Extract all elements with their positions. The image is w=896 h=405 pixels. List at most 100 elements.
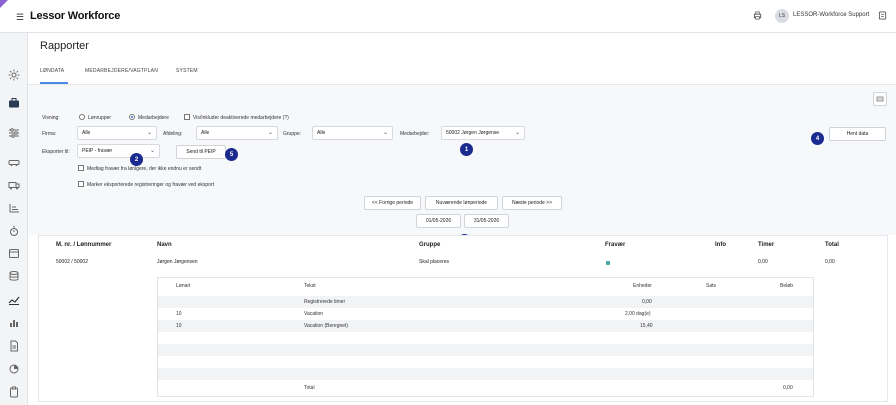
radio-lonngrupper-label: Lønrupper bbox=[88, 115, 112, 121]
row-navn[interactable]: Jørgen Jørgensen bbox=[157, 259, 198, 265]
clipboard-icon[interactable] bbox=[8, 386, 20, 398]
current-period-button[interactable]: Nuværende lønperiode bbox=[425, 196, 498, 210]
sub-row-vacation-beregnet bbox=[158, 320, 813, 332]
period-from-field[interactable]: 01/05-2026 bbox=[416, 214, 461, 228]
gruppe-label: Gruppe: bbox=[283, 131, 302, 137]
radio-medarbejdere[interactable] bbox=[129, 114, 135, 120]
sub-cell-tekst: Registrerede timer bbox=[304, 299, 346, 305]
sliders-icon[interactable] bbox=[8, 127, 20, 139]
radio-medarbejdere-label: Medarbejdere bbox=[138, 115, 169, 121]
col-header-nr: M. nr. / Lønnummer bbox=[56, 242, 112, 248]
database-icon[interactable] bbox=[8, 270, 20, 282]
medarbejder-select[interactable]: 50002 Jørgen Jørgense ⌄ bbox=[441, 126, 525, 140]
sub-row-registrerede bbox=[158, 296, 813, 308]
corner-mark bbox=[0, 0, 8, 8]
top-bar: ☰ Lessor Workforce LS LESSOR-Workforce S… bbox=[0, 0, 896, 33]
sub-header-tekst: Tekst bbox=[304, 283, 316, 289]
sub-row-empty bbox=[158, 344, 813, 356]
sub-row-empty bbox=[158, 332, 813, 344]
eksporter-select[interactable]: PEIP - fravær ⌄ bbox=[77, 144, 160, 158]
tab-londata[interactable]: LØNDATA bbox=[40, 68, 64, 74]
col-header-navn: Navn bbox=[157, 242, 172, 248]
chevron-down-icon: ⌄ bbox=[146, 130, 152, 136]
sub-header-sats: Sats bbox=[706, 283, 717, 289]
sub-header-belob: Beløb bbox=[780, 283, 794, 289]
sub-header-lonart: Lønart bbox=[176, 283, 191, 289]
stopwatch-icon[interactable] bbox=[8, 225, 20, 237]
afdeling-select[interactable]: Alle ⌄ bbox=[196, 126, 278, 140]
vis-inaktive-label: Vis/Inkluder deaktiverede medarbejdere (… bbox=[193, 115, 289, 121]
sidebar bbox=[0, 33, 28, 405]
chevron-down-icon: ⌄ bbox=[382, 130, 388, 136]
briefcase-icon[interactable] bbox=[8, 97, 20, 109]
step-badge-5: 5 bbox=[225, 148, 238, 161]
pie-chart-icon[interactable] bbox=[8, 363, 20, 375]
medtag-label: Medtag fravær fra lønlgere, der ikke end… bbox=[87, 166, 202, 172]
step-badge-4: 4 bbox=[811, 132, 824, 145]
sub-total-value: 0,00 bbox=[783, 385, 793, 391]
calendar-icon[interactable] bbox=[8, 247, 20, 259]
sub-cell-enheder: 15,40 bbox=[640, 323, 653, 329]
page-title: Rapporter bbox=[40, 40, 89, 52]
absence-indicator-icon[interactable] bbox=[606, 261, 610, 265]
document-icon[interactable] bbox=[8, 340, 20, 352]
export-icon[interactable] bbox=[873, 92, 887, 106]
col-header-gruppe: Gruppe bbox=[419, 242, 441, 248]
sub-cell-lonart: 10 bbox=[176, 323, 182, 329]
period-to-field[interactable]: 31/05-2026 bbox=[464, 214, 509, 228]
sub-cell-enheder: 0,00 bbox=[642, 299, 652, 305]
send-til-peip-button[interactable]: Send til PEIP bbox=[176, 145, 226, 159]
sub-row-empty bbox=[158, 368, 813, 380]
col-header-info: Info bbox=[715, 242, 726, 248]
visning-label: Visning: bbox=[42, 115, 60, 121]
sub-cell-lonart: 10 bbox=[176, 311, 182, 317]
sub-cell-tekst: Vacation bbox=[304, 311, 324, 317]
previous-period-button[interactable]: << Forrige periode bbox=[364, 196, 421, 210]
chevron-down-icon: ⌄ bbox=[149, 148, 155, 154]
trend-icon[interactable] bbox=[8, 294, 20, 306]
marker-checkbox[interactable] bbox=[78, 181, 84, 187]
chevron-down-icon: ⌄ bbox=[514, 130, 520, 136]
sub-cell-tekst: Vacation (Beregnet) bbox=[304, 323, 349, 329]
gruppe-select[interactable]: Alle ⌄ bbox=[312, 126, 393, 140]
medtag-checkbox[interactable] bbox=[78, 165, 84, 171]
print-icon[interactable] bbox=[753, 11, 762, 20]
user-name[interactable]: LESSOR-Workforce Support bbox=[793, 12, 869, 18]
radio-lonngrupper[interactable] bbox=[79, 114, 85, 120]
columns-chart-icon[interactable] bbox=[8, 317, 20, 329]
chevron-down-icon: ⌄ bbox=[267, 130, 273, 136]
logout-icon[interactable] bbox=[878, 11, 887, 20]
sub-total-label: Total bbox=[304, 385, 315, 391]
sub-row-vacation bbox=[158, 308, 813, 320]
col-header-total: Total bbox=[825, 242, 839, 248]
row-total: 0,00 bbox=[825, 259, 835, 265]
sun-icon[interactable] bbox=[8, 69, 20, 81]
row-timer: 0,00 bbox=[758, 259, 768, 265]
eksporter-label: Eksporter til: bbox=[42, 149, 70, 155]
hent-data-button[interactable]: Hent data bbox=[829, 127, 886, 141]
col-header-timer: Timer bbox=[758, 242, 775, 248]
bar-chart-icon[interactable] bbox=[8, 202, 20, 214]
sub-cell-enheder: 2,00 dag(e) bbox=[625, 311, 651, 317]
avatar[interactable]: LS bbox=[775, 9, 789, 23]
brand-title: Lessor Workforce bbox=[30, 10, 121, 22]
tab-system[interactable]: SYSTEM bbox=[176, 68, 198, 74]
row-nr: 50002 / 50002 bbox=[56, 259, 88, 265]
step-badge-2: 2 bbox=[130, 153, 143, 166]
afdeling-label: Afdeling: bbox=[163, 131, 183, 137]
next-period-button[interactable]: Næste periode >> bbox=[502, 196, 562, 210]
filter-panel bbox=[28, 85, 896, 235]
vis-inaktive-checkbox[interactable] bbox=[184, 114, 190, 120]
firma-select[interactable]: Alle ⌄ bbox=[77, 126, 157, 140]
row-gruppe: Skal placeres bbox=[419, 259, 450, 265]
tab-medarbejdere-vagtplan[interactable]: MEDARBEJDERE/VAGTPLAN bbox=[85, 68, 158, 74]
truck-icon[interactable] bbox=[8, 179, 20, 191]
medarbejder-label: Medarbejder: bbox=[400, 131, 430, 137]
step-badge-1: 1 bbox=[460, 143, 473, 156]
firma-label: Firma: bbox=[42, 131, 57, 137]
car-icon[interactable] bbox=[8, 156, 20, 168]
sub-row-empty bbox=[158, 356, 813, 368]
marker-label: Marker eksporterede registreringer og fr… bbox=[87, 182, 214, 188]
hamburger-menu-icon[interactable]: ☰ bbox=[16, 12, 24, 23]
col-header-fravaer: Fravær bbox=[605, 242, 626, 248]
